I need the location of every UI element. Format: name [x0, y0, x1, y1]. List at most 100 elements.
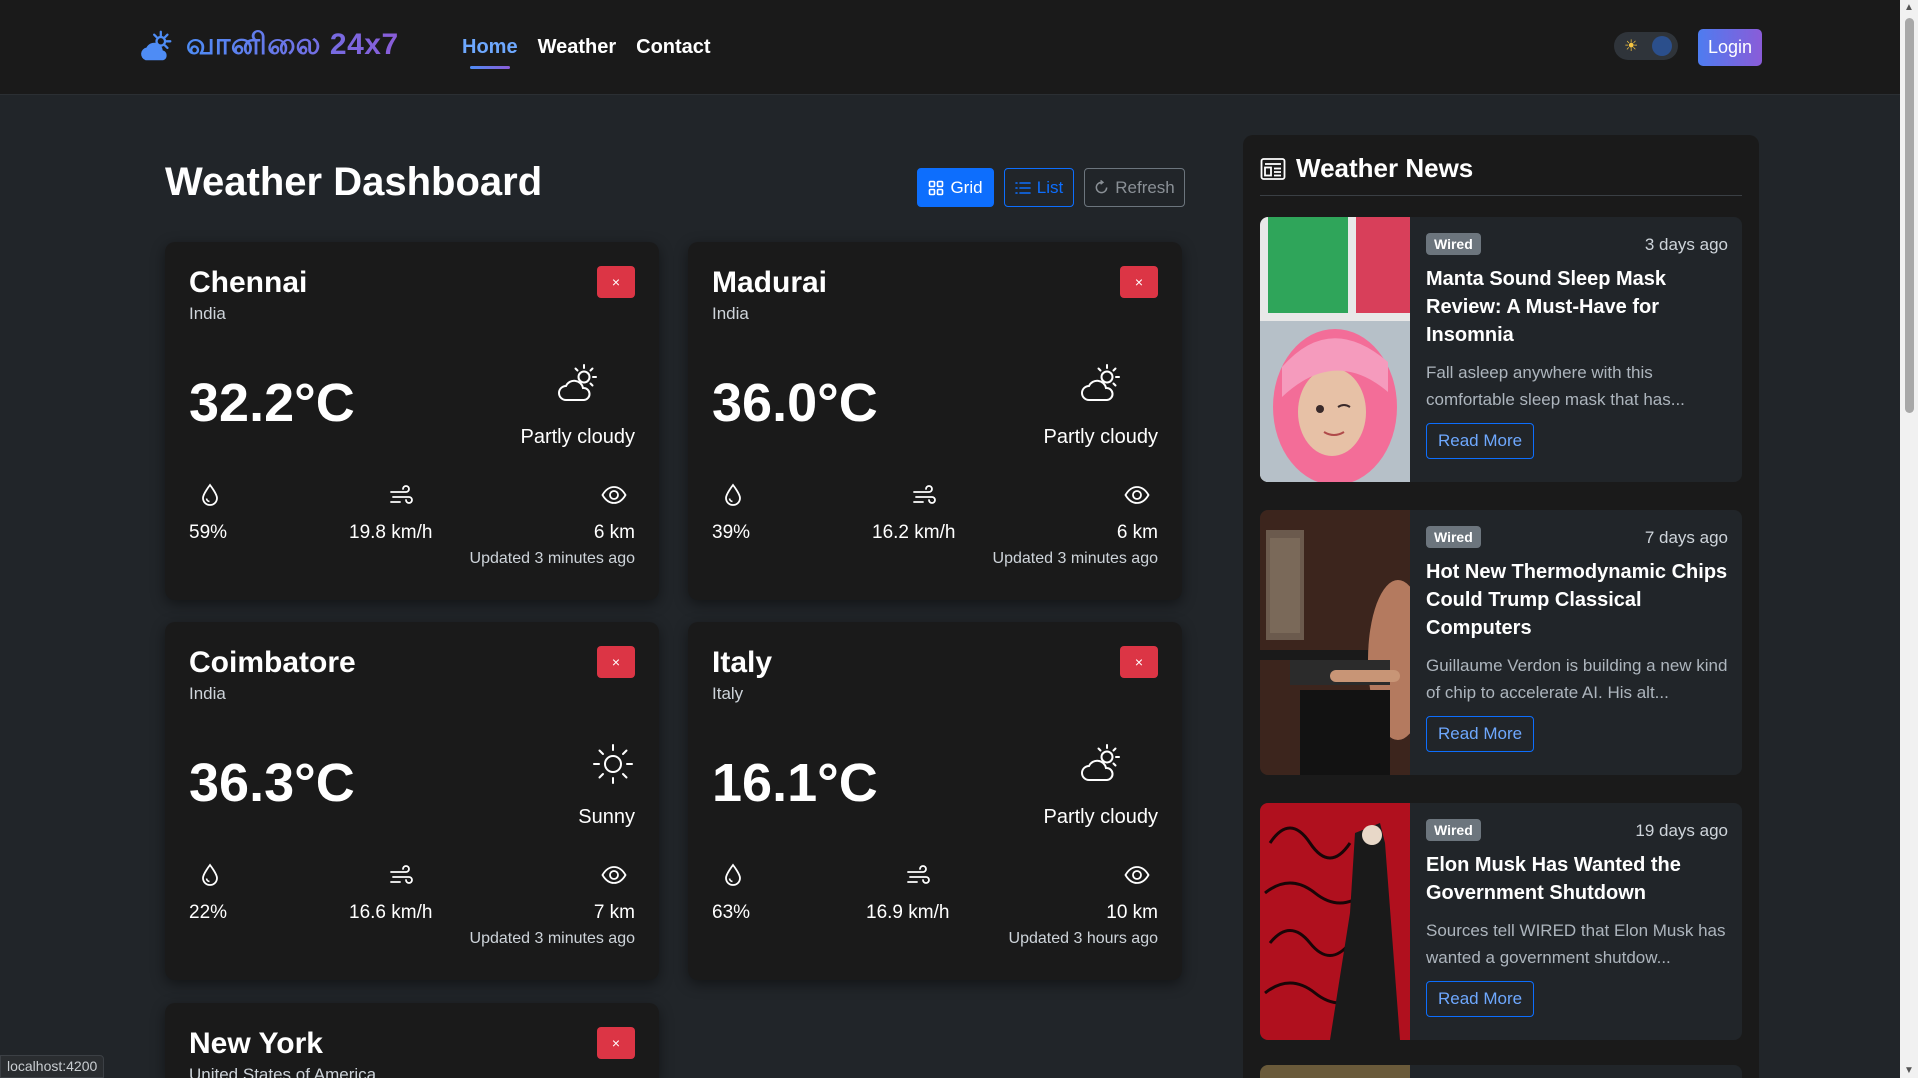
theme-toggle[interactable]: ☀	[1614, 32, 1678, 60]
list-view-button[interactable]: List	[1004, 168, 1074, 207]
news-card	[1260, 1065, 1742, 1078]
scroll-up-arrow-icon[interactable]: ▲	[1904, 2, 1914, 13]
read-more-button[interactable]: Read More	[1426, 981, 1535, 1017]
news-headline[interactable]: Manta Sound Sleep Mask Review: A Must-Ha…	[1426, 265, 1728, 349]
visibility-value: 6 km	[593, 522, 635, 543]
status-bar-url: localhost:4200	[0, 1055, 105, 1078]
divider	[1260, 195, 1742, 196]
city-name: Italy	[712, 646, 773, 679]
news-headline[interactable]: Elon Musk Has Wanted the Government Shut…	[1426, 851, 1728, 907]
page-title: Weather Dashboard	[165, 160, 543, 204]
read-more-button[interactable]: Read More	[1426, 423, 1535, 459]
remove-city-button[interactable]: ×	[597, 266, 635, 298]
droplet-icon	[202, 863, 218, 886]
updated-time: Updated 3 minutes ago	[469, 550, 635, 567]
droplet-icon	[725, 863, 741, 886]
news-title: Weather News	[1296, 153, 1474, 183]
sun-icon	[593, 744, 633, 784]
temperature: 36.3°C	[189, 753, 355, 813]
wind-icon	[913, 485, 936, 504]
temperature: 16.1°C	[712, 753, 878, 813]
news-thumbnail	[1260, 217, 1410, 482]
news-description: Sources tell WIRED that Elon Musk has wa…	[1426, 921, 1726, 967]
page-scrollbar[interactable]: ▲ ▼	[1900, 0, 1918, 1078]
grid-label: Grid	[950, 177, 983, 197]
news-headline[interactable]: Hot New Thermodynamic Chips Could Trump …	[1426, 558, 1728, 642]
navbar: வானிலை 24x7 Home Weather Contact ☀ Login	[0, 0, 1900, 95]
city-card-madurai: Madurai India × 36.0°C Partly cloudy 39%…	[688, 242, 1182, 600]
city-card-italy: Italy Italy × 16.1°C Partly cloudy 63% 1…	[688, 622, 1182, 980]
cloud-sun-icon	[1081, 364, 1120, 401]
eye-icon	[1124, 486, 1150, 504]
wind-icon	[907, 865, 930, 884]
wind-value: 16.2 km/h	[872, 522, 956, 543]
chips-photo	[1260, 510, 1410, 775]
news-card: Wired 19 days ago Elon Musk Has Wanted t…	[1260, 803, 1742, 1040]
city-name: New York	[189, 1027, 323, 1060]
condition-text: Partly cloudy	[520, 426, 636, 448]
login-button[interactable]: Login	[1698, 29, 1762, 66]
condition-text: Partly cloudy	[1043, 806, 1159, 828]
country-name: India	[189, 304, 226, 323]
visibility-value: 6 km	[1116, 522, 1158, 543]
wind-value: 16.9 km/h	[866, 902, 950, 923]
temperature: 36.0°C	[712, 373, 878, 433]
wind-value: 16.6 km/h	[349, 902, 433, 923]
remove-city-button[interactable]: ×	[597, 1027, 635, 1059]
city-name: Madurai	[712, 266, 828, 299]
humidity-value: 39%	[712, 522, 751, 543]
visibility-value: 10 km	[1106, 902, 1158, 923]
government-photo	[1260, 803, 1410, 1040]
scroll-down-arrow-icon[interactable]: ▼	[1904, 1065, 1914, 1076]
remove-city-button[interactable]: ×	[1120, 646, 1158, 678]
sun-icon: ☀	[1624, 38, 1639, 55]
remove-city-button[interactable]: ×	[1120, 266, 1158, 298]
news-thumbnail	[1260, 803, 1410, 1040]
updated-time: Updated 3 hours ago	[1008, 930, 1158, 947]
visibility-value: 7 km	[593, 902, 635, 923]
refresh-icon	[1095, 180, 1108, 194]
wind-icon	[390, 485, 413, 504]
news-thumbnail	[1260, 510, 1410, 775]
cloud-sun-icon	[558, 364, 597, 401]
country-name: India	[712, 304, 749, 323]
refresh-button[interactable]: Refresh	[1084, 168, 1185, 207]
nav-links: Home Weather Contact	[462, 36, 711, 69]
updated-time: Updated 3 minutes ago	[992, 550, 1158, 567]
wind-value: 19.8 km/h	[349, 522, 433, 543]
temperature: 32.2°C	[189, 373, 355, 433]
grid-view-button[interactable]: Grid	[917, 168, 994, 207]
nav-contact[interactable]: Contact	[636, 36, 710, 69]
wind-icon	[390, 865, 413, 884]
news-time: 7 days ago	[1644, 528, 1728, 547]
eye-icon	[1124, 866, 1150, 884]
nav-weather[interactable]: Weather	[538, 36, 617, 69]
droplet-icon	[202, 483, 218, 506]
humidity-value: 22%	[189, 902, 228, 923]
news-time: 3 days ago	[1644, 235, 1728, 254]
news-description: Guillaume Verdon is building a new kind …	[1426, 656, 1728, 702]
list-icon	[1014, 181, 1031, 194]
country-name: India	[189, 684, 226, 703]
cloud-sun-icon	[141, 30, 172, 61]
news-header: Weather News	[1260, 153, 1473, 184]
brand-name: வானிலை 24x7	[186, 28, 399, 66]
remove-city-button[interactable]: ×	[597, 646, 635, 678]
city-card-new-york: New York United States of America ×	[165, 1003, 659, 1078]
sleep-mask-photo	[1260, 217, 1410, 482]
scroll-thumb[interactable]	[1905, 18, 1914, 413]
news-body: Wired 3 days ago Manta Sound Sleep Mask …	[1426, 233, 1728, 459]
source-badge: Wired	[1426, 526, 1481, 548]
brand[interactable]: வானிலை 24x7	[138, 28, 399, 66]
condition-text: Partly cloudy	[1043, 426, 1159, 448]
country-name: Italy	[712, 684, 744, 703]
nav-home[interactable]: Home	[462, 36, 518, 69]
eye-icon	[601, 866, 627, 884]
city-name: Chennai	[189, 266, 308, 299]
list-label: List	[1036, 177, 1064, 197]
read-more-button[interactable]: Read More	[1426, 716, 1535, 752]
droplet-icon	[725, 483, 741, 506]
source-badge: Wired	[1426, 233, 1481, 255]
news-panel: Weather News Wired 3 days ago Manta Soun…	[1243, 135, 1759, 1078]
city-name: Coimbatore	[189, 646, 356, 679]
